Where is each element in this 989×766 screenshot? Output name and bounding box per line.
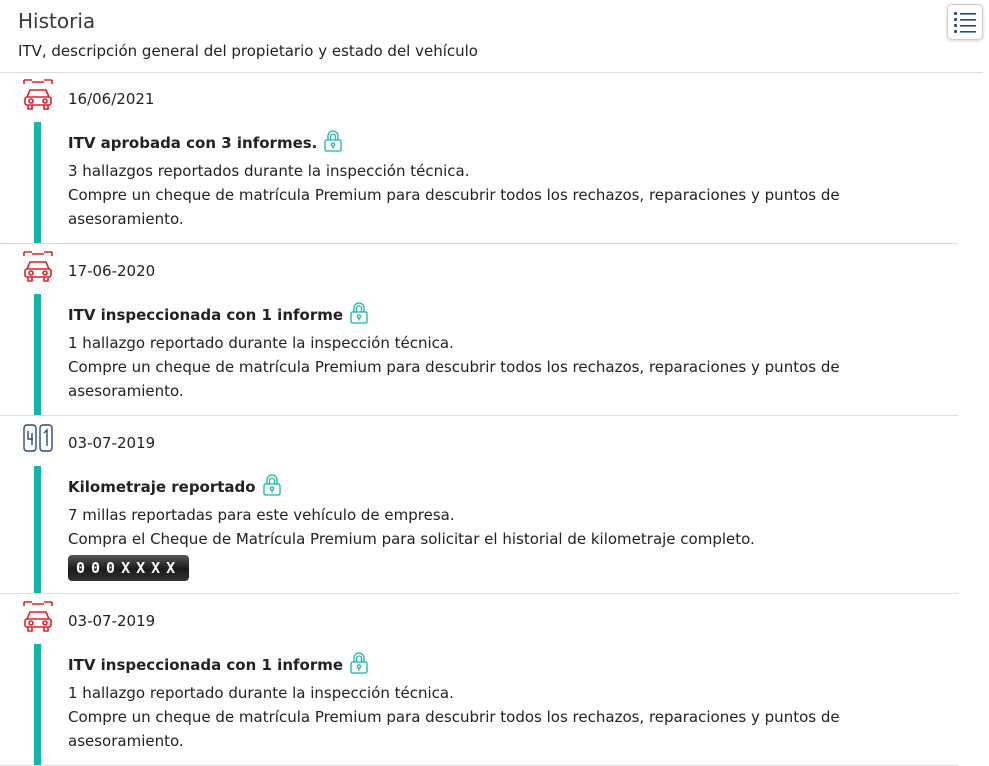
entry-line: 1 hallazgo reportado durante la inspecci…: [68, 684, 454, 702]
entry-heading: ITV aprobada con 3 informes.: [68, 130, 958, 159]
car-repair-icon: [22, 599, 54, 635]
timeline-entry: 17-06-2020 ITV inspeccionada con 1 infor…: [0, 244, 958, 416]
car-repair-icon: [22, 249, 54, 285]
entry-date: 03-07-2019: [68, 612, 156, 630]
timeline-bar: [34, 466, 41, 593]
entry-heading: ITV inspeccionada con 1 informe: [68, 302, 958, 331]
entry-heading-text: ITV aprobada con 3 informes.: [68, 134, 318, 152]
odometer-icon: [22, 421, 54, 457]
entry-line: 3 hallazgos reportados durante la inspec…: [68, 162, 470, 180]
timeline-entry: 16/06/2021 ITV aprobada con 3 informes. …: [0, 72, 958, 244]
entry-line: Compre un cheque de matrícula Premium pa…: [68, 186, 840, 228]
entry-heading-text: ITV inspeccionada con 1 informe: [68, 656, 344, 674]
lock-icon[interactable]: [262, 474, 282, 503]
entry-line: Compra el Cheque de Matrícula Premium pa…: [68, 530, 755, 548]
entry-heading: Kilometraje reportado: [68, 474, 958, 503]
timeline-bar: [34, 644, 41, 765]
list-icon: [954, 12, 976, 33]
entry-header: 03-07-2019: [0, 594, 958, 644]
entry-heading-text: ITV inspeccionada con 1 informe: [68, 306, 344, 324]
timeline-entry: 03-07-2019 Kilometraje reportado 7 milla…: [0, 416, 958, 594]
entry-date: 16/06/2021: [68, 90, 155, 108]
entry-body: ITV inspeccionada con 1 informe 1 hallaz…: [0, 294, 958, 415]
timeline-bar: [34, 294, 41, 415]
entry-line: 7 millas reportadas para este vehículo d…: [68, 506, 455, 524]
lock-icon[interactable]: [349, 302, 369, 331]
entry-body: Kilometraje reportado 7 millas reportada…: [0, 466, 958, 593]
entry-heading-text: Kilometraje reportado: [68, 478, 256, 496]
entry-date: 03-07-2019: [68, 434, 156, 452]
history-timeline: 16/06/2021 ITV aprobada con 3 informes. …: [0, 72, 989, 766]
entry-line: Compre un cheque de matrícula Premium pa…: [68, 358, 840, 400]
entry-body: ITV inspeccionada con 1 informe 1 hallaz…: [0, 644, 958, 765]
page-title: Historia: [18, 9, 96, 33]
odometer-display: 000XXXX: [68, 555, 190, 581]
history-header: Historia ITV, descripción general del pr…: [0, 0, 983, 73]
list-menu-button[interactable]: [947, 4, 983, 40]
lock-icon[interactable]: [323, 130, 343, 159]
timeline-bar: [34, 122, 41, 243]
timeline-entry: 03-07-2019 ITV inspeccionada con 1 infor…: [0, 594, 958, 766]
page-subtitle: ITV, descripción general del propietario…: [18, 42, 478, 60]
entry-line: 1 hallazgo reportado durante la inspecci…: [68, 334, 454, 352]
lock-icon[interactable]: [349, 652, 369, 681]
entry-line: Compre un cheque de matrícula Premium pa…: [68, 708, 840, 750]
entry-body: ITV aprobada con 3 informes. 3 hallazgos…: [0, 122, 958, 243]
entry-heading: ITV inspeccionada con 1 informe: [68, 652, 958, 681]
entry-header: 03-07-2019: [0, 416, 958, 466]
car-repair-icon: [22, 77, 54, 113]
entry-header: 17-06-2020: [0, 244, 958, 294]
entry-header: 16/06/2021: [0, 72, 958, 122]
entry-date: 17-06-2020: [68, 262, 156, 280]
